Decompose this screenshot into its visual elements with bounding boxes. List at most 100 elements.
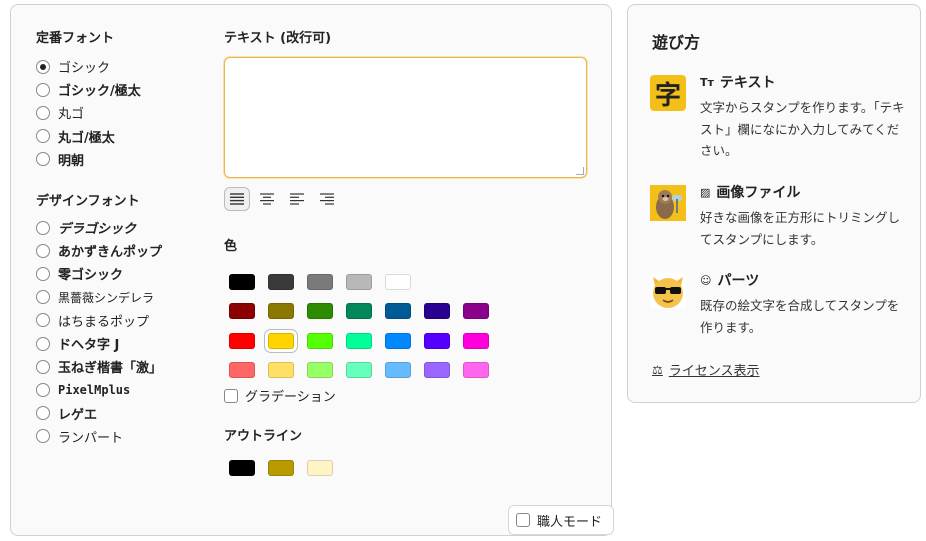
radio-button[interactable] [36, 382, 50, 397]
color-swatch[interactable] [307, 362, 333, 379]
font-option-reggae[interactable]: レゲエ [36, 402, 162, 425]
color-swatch[interactable] [346, 362, 372, 379]
standard-font-list: ゴシック ゴシック/極太 丸ゴ 丸ゴ/極太 明朝 [36, 55, 141, 171]
color-swatch[interactable] [268, 362, 294, 379]
stamp-text-input[interactable] [224, 57, 587, 178]
color-swatch-wrapper[interactable] [424, 332, 450, 349]
radio-button[interactable] [36, 220, 50, 235]
color-swatch[interactable] [268, 273, 294, 290]
color-swatch-wrapper[interactable] [385, 362, 411, 379]
radio-button[interactable] [36, 105, 50, 120]
radio-button[interactable] [36, 336, 50, 351]
color-swatch[interactable] [229, 332, 255, 349]
color-swatch[interactable] [385, 303, 411, 320]
gradient-checkbox[interactable] [224, 388, 238, 403]
align-left-button[interactable] [284, 187, 310, 211]
font-option-akazukin-pop[interactable]: あかずきんポップ [36, 239, 162, 262]
color-swatch[interactable] [385, 273, 411, 290]
color-swatch[interactable] [307, 303, 333, 320]
font-option-dela-gothic[interactable]: デラゴシック [36, 216, 162, 239]
radio-button[interactable] [36, 406, 50, 421]
radio-button[interactable] [36, 266, 50, 281]
color-swatch-wrapper[interactable] [346, 362, 372, 379]
font-option-hachimaru-pop[interactable]: はちまるポップ [36, 309, 162, 332]
color-swatch-wrapper[interactable] [268, 303, 294, 320]
font-option-maru[interactable]: 丸ゴ [36, 101, 141, 124]
color-swatch-wrapper[interactable] [307, 303, 333, 320]
color-swatch-wrapper[interactable] [424, 362, 450, 379]
color-swatch[interactable] [346, 303, 372, 320]
radio-button[interactable] [36, 243, 50, 258]
radio-button[interactable] [36, 290, 50, 305]
color-swatch-wrapper[interactable] [268, 332, 294, 349]
font-option-doheta[interactable]: ドヘタ字 J [36, 332, 162, 355]
color-swatch-wrapper[interactable] [268, 273, 294, 290]
color-swatch[interactable] [346, 332, 372, 349]
radio-button[interactable] [36, 359, 50, 374]
radio-button[interactable] [36, 59, 50, 74]
align-right-button[interactable] [314, 187, 340, 211]
color-swatch-wrapper[interactable] [463, 303, 489, 320]
outline-color-swatch[interactable] [229, 460, 255, 476]
color-swatch-wrapper[interactable] [346, 332, 372, 349]
font-option-gothic-heavy[interactable]: ゴシック/極太 [36, 78, 141, 101]
color-swatch-wrapper[interactable] [346, 303, 372, 320]
expert-mode-checkbox[interactable] [516, 513, 530, 527]
font-option-maru-heavy[interactable]: 丸ゴ/極太 [36, 125, 141, 148]
resize-handle[interactable] [576, 167, 584, 175]
color-swatch-wrapper[interactable] [229, 303, 255, 320]
font-option-gothic[interactable]: ゴシック [36, 55, 141, 78]
color-swatch-wrapper[interactable] [307, 362, 333, 379]
color-swatch[interactable] [424, 332, 450, 349]
radio-button[interactable] [36, 429, 50, 444]
cat-sunglasses-emoji [653, 277, 683, 308]
color-swatch-wrapper[interactable] [346, 273, 372, 290]
color-swatch[interactable] [229, 362, 255, 379]
color-swatch-wrapper[interactable] [268, 362, 294, 379]
align-center-button[interactable] [254, 187, 280, 211]
color-swatch[interactable] [463, 362, 489, 379]
color-swatch-wrapper[interactable] [463, 332, 489, 349]
color-swatch-wrapper[interactable] [385, 332, 411, 349]
color-swatch-wrapper[interactable] [229, 332, 255, 349]
license-link[interactable]: ⚖ ライセンス表示 [652, 360, 760, 380]
color-swatch-wrapper[interactable] [307, 273, 333, 290]
color-swatch-wrapper[interactable] [463, 362, 489, 379]
align-center-icon [260, 193, 274, 205]
radio-button[interactable] [36, 129, 50, 144]
color-swatch[interactable] [268, 332, 294, 349]
color-swatch[interactable] [229, 303, 255, 320]
color-swatch-wrapper[interactable] [385, 303, 411, 320]
font-option-zero-gothic[interactable]: 零ゴシック [36, 262, 162, 285]
font-option-kurobara[interactable]: 黒薔薇シンデレラ [36, 286, 162, 309]
swatch-row [229, 356, 489, 386]
color-swatch[interactable] [307, 273, 333, 290]
radio-button[interactable] [36, 82, 50, 97]
radio-button[interactable] [36, 152, 50, 167]
color-swatch-wrapper[interactable] [424, 303, 450, 320]
color-swatch[interactable] [346, 273, 372, 290]
color-swatch-wrapper[interactable] [229, 273, 255, 290]
color-swatch[interactable] [424, 303, 450, 320]
color-swatch[interactable] [229, 273, 255, 290]
font-option-pixelmplus[interactable]: PixelMplus [36, 378, 162, 401]
expert-mode-toggle[interactable]: 職人モード [508, 505, 614, 535]
color-swatch[interactable] [463, 332, 489, 349]
color-swatch[interactable] [463, 303, 489, 320]
align-justify-button[interactable] [224, 187, 250, 211]
color-swatch[interactable] [424, 362, 450, 379]
font-option-mincho[interactable]: 明朝 [36, 148, 141, 171]
color-swatch-wrapper[interactable] [307, 332, 333, 349]
radio-button[interactable] [36, 313, 50, 328]
color-swatch-wrapper[interactable] [229, 362, 255, 379]
color-swatch[interactable] [385, 362, 411, 379]
color-swatch[interactable] [385, 332, 411, 349]
font-option-rampart[interactable]: ランパート [36, 425, 162, 448]
color-swatch[interactable] [307, 332, 333, 349]
color-swatch-wrapper[interactable] [385, 273, 411, 290]
gradient-toggle[interactable]: グラデーション [224, 386, 336, 405]
outline-color-swatch[interactable] [307, 460, 333, 476]
outline-color-swatch[interactable] [268, 460, 294, 476]
font-option-tamanegi[interactable]: 玉ねぎ楷書「激」 [36, 355, 162, 378]
color-swatch[interactable] [268, 303, 294, 320]
